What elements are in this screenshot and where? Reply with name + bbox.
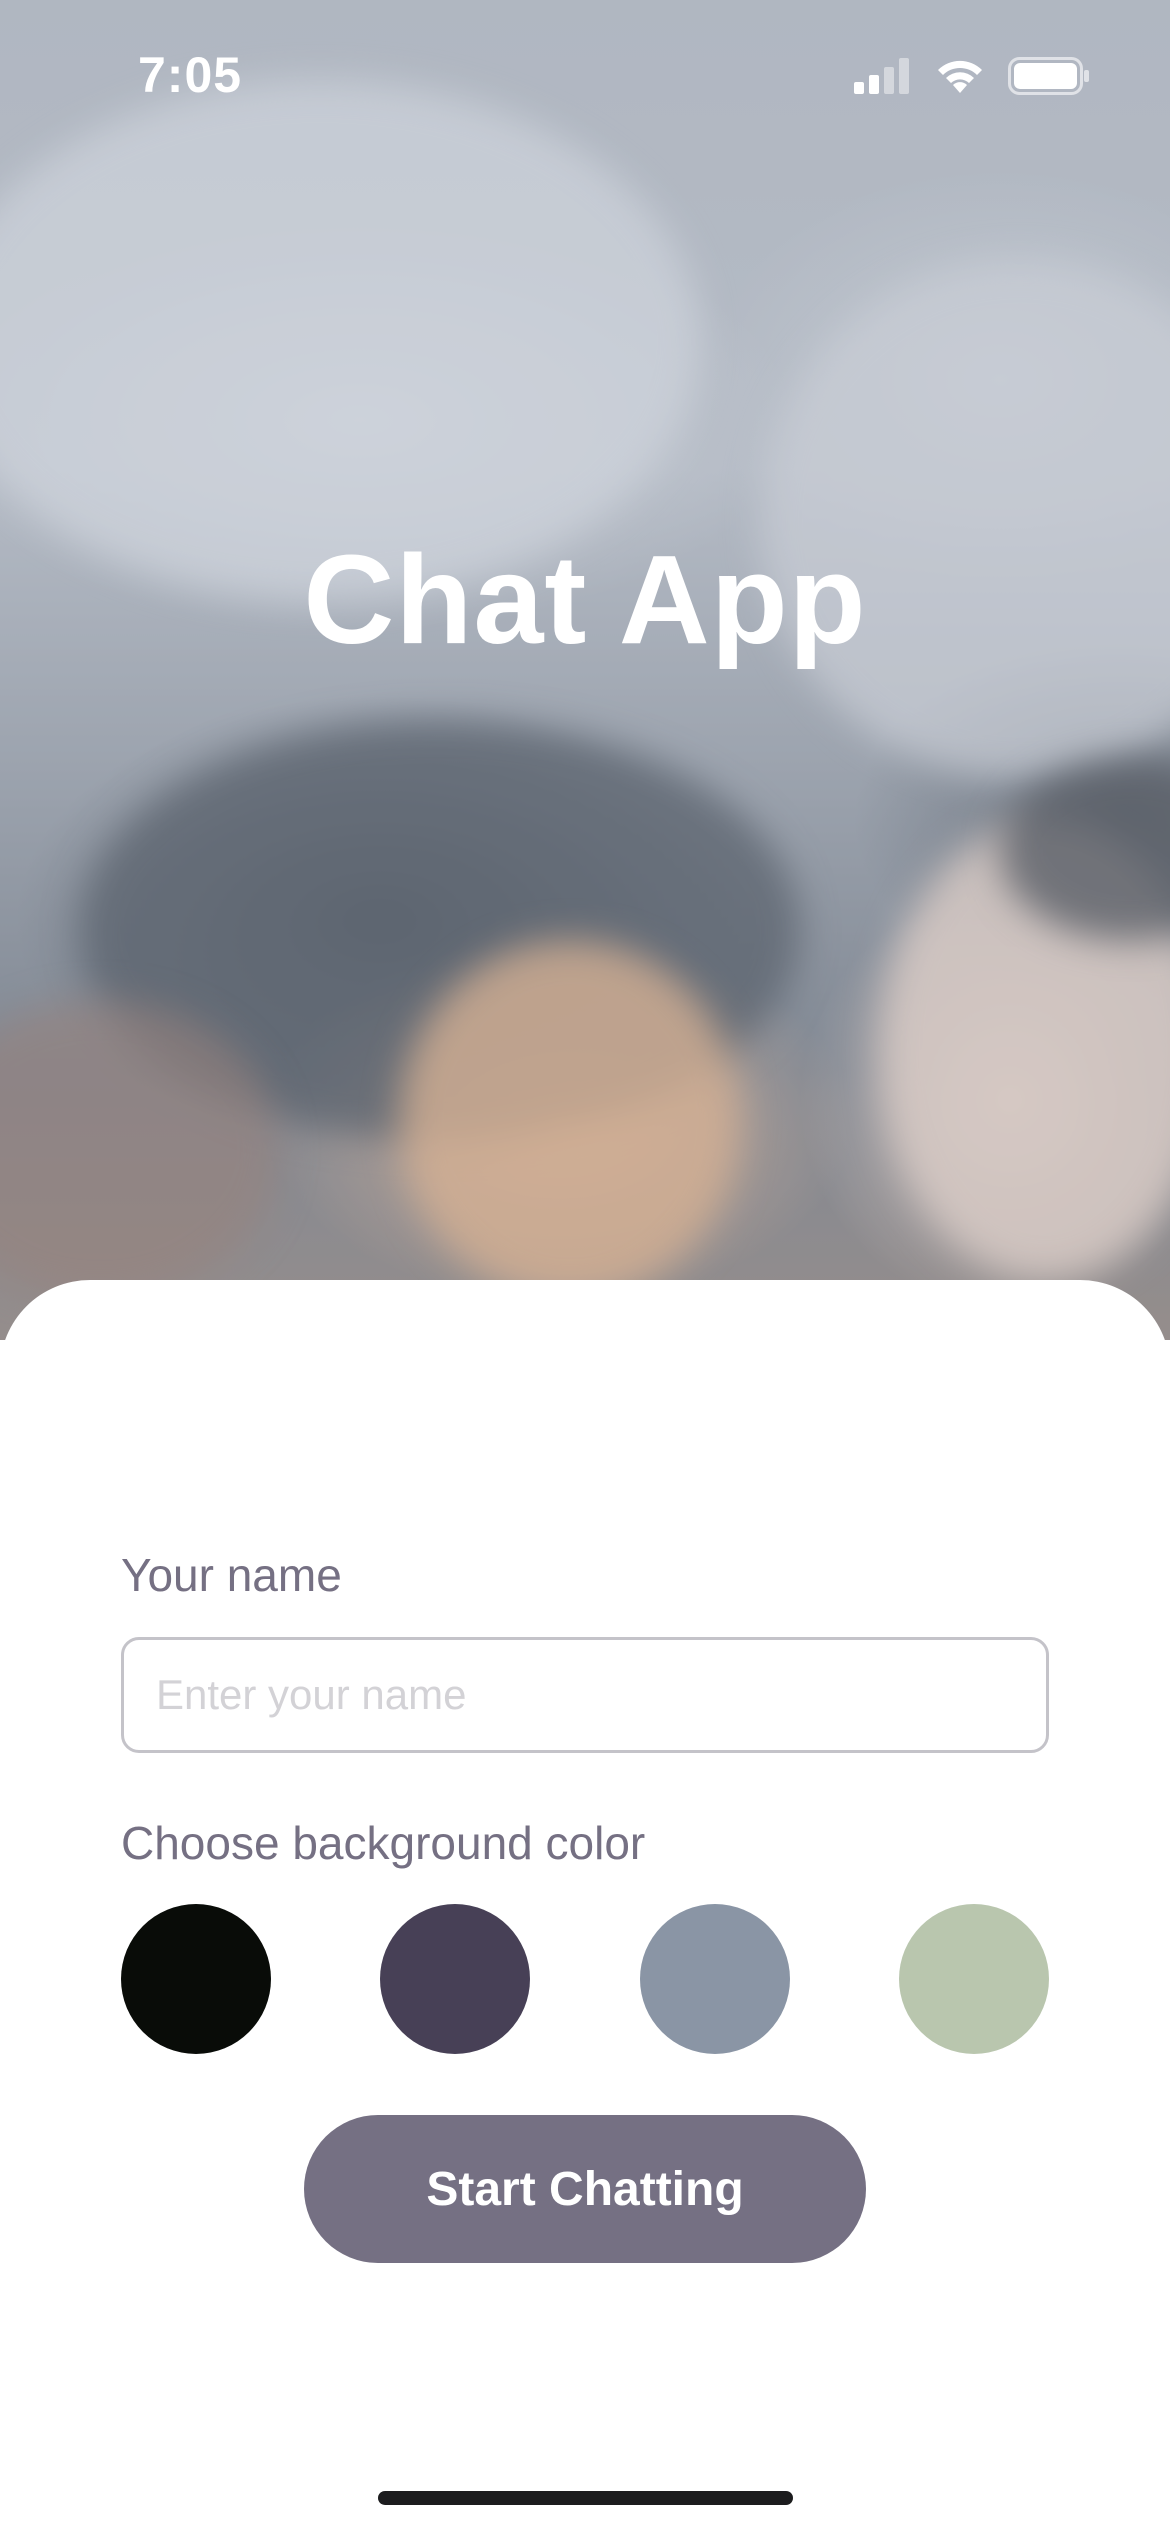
name-label: Your name: [121, 1549, 342, 1601]
color-swatch-black[interactable]: [121, 1904, 271, 2054]
start-chatting-button[interactable]: Start Chatting: [304, 2115, 866, 2263]
color-swatch-sage-green[interactable]: [898, 1904, 1049, 2054]
color-label: Choose background color: [121, 1817, 646, 1869]
status-bar: 7:05: [0, 0, 1170, 150]
wifi-icon: [934, 57, 986, 100]
color-options: [121, 1904, 1049, 2054]
color-swatch-gray-blue[interactable]: [639, 1904, 790, 2054]
name-input[interactable]: [121, 1637, 1049, 1753]
battery-icon: [1008, 56, 1090, 100]
status-icons: [854, 56, 1090, 100]
color-swatch-dark-purple[interactable]: [380, 1904, 531, 2054]
cellular-signal-icon: [854, 57, 912, 99]
start-screen: 7:05 Chat App Your name Enter your name …: [0, 0, 1170, 2532]
home-indicator: [378, 2491, 793, 2505]
start-form-panel: Your name Choose background color Start …: [0, 1280, 1170, 2532]
status-time: 7:05: [138, 47, 243, 103]
app-title: Chat App: [303, 529, 867, 670]
